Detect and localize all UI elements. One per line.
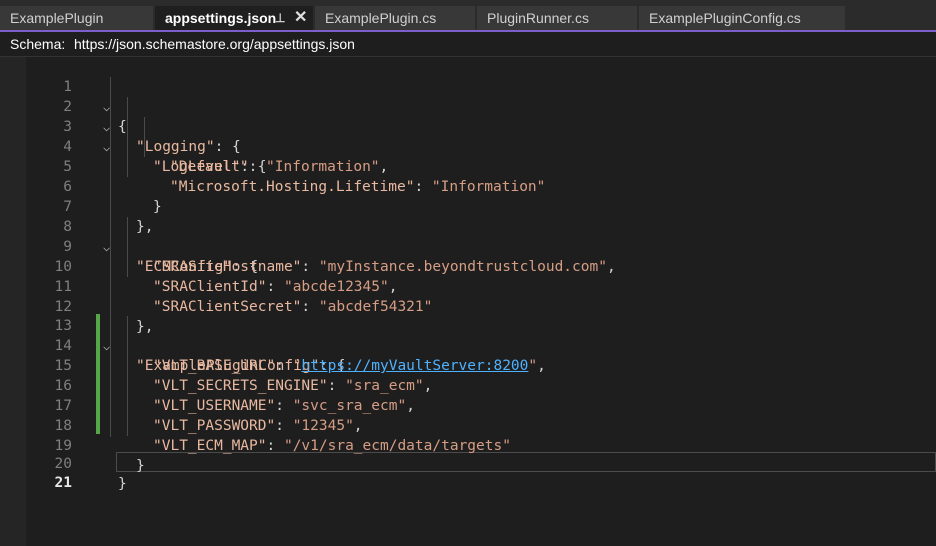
code-line: 5 "Microsoft.Hosting.Lifetime": "Informa… <box>0 137 936 195</box>
code-line: 18 "VLT_ECM_MAP": "/v1/sra_ecm/data/targ… <box>0 396 936 454</box>
schema-bar: Schema: https://json.schemastore.org/app… <box>0 32 936 57</box>
code-line: 9 "SRASiteHostname": "myInstance.beyondt… <box>0 217 936 275</box>
line-number: 21 <box>54 475 72 491</box>
code-line: 8 ⌵ "ECMConfig": { <box>0 197 936 275</box>
pin-icon[interactable]: ⊥ <box>275 6 285 30</box>
tab-label: ExamplePluginConfig.cs <box>649 10 801 26</box>
tab-label: PluginRunner.cs <box>487 10 589 26</box>
code-line: 6 } <box>0 157 936 215</box>
close-icon[interactable]: ✕ <box>294 6 307 30</box>
code-line: 1 ⌵ { <box>0 57 936 135</box>
code-line[interactable]: 21 <box>0 453 936 491</box>
tab-label: ExamplePlugin.cs <box>325 10 437 26</box>
tab-label: appsettings.json <box>165 10 277 26</box>
tab-label: ExamplePlugin <box>10 10 104 26</box>
tab-pluginrunner-cs[interactable]: PluginRunner.cs <box>477 6 637 30</box>
code-line: 11 "SRAClientSecret": "abcdef54321" <box>0 257 936 315</box>
tab-appsettings-json[interactable]: appsettings.json ⊥ ✕ <box>155 6 313 30</box>
code-editor[interactable]: 1 ⌵ { 2 ⌵ "Logging": { 3 ⌵ "LogLevel": {… <box>0 57 936 546</box>
code-line: 7 }, <box>0 177 936 235</box>
code-line: 15 "VLT_SECRETS_ENGINE": "sra_ecm", <box>0 336 936 394</box>
code-line: 10 "SRAClientId": "abcde12345", <box>0 237 936 295</box>
tab-examplepluginconfig-cs[interactable]: ExamplePluginConfig.cs <box>639 6 845 30</box>
code-line: 12 }, <box>0 277 936 335</box>
schema-url[interactable]: https://json.schemastore.org/appsettings… <box>74 32 355 56</box>
code-line: 3 ⌵ "LogLevel": { <box>0 97 936 175</box>
code-line: 4 "Default": "Information", <box>0 117 936 175</box>
tab-exampleplugin[interactable]: ExamplePlugin <box>0 6 153 30</box>
brace: } <box>118 476 127 492</box>
schema-label: Schema: <box>10 36 66 52</box>
code-line: 2 ⌵ "Logging": { <box>0 77 936 155</box>
code-line: 20 } <box>0 434 936 492</box>
code-line: 14 "VLT_BASE_URL": "https://myVaultServe… <box>0 316 936 374</box>
tab-bar: ExamplePlugin appsettings.json ⊥ ✕ Examp… <box>0 0 936 32</box>
code-line: 17 "VLT_PASSWORD": "12345", <box>0 376 936 434</box>
code-line: 16 "VLT_USERNAME": "svc_sra_ecm", <box>0 356 936 414</box>
tab-exampleplugin-cs[interactable]: ExamplePlugin.cs <box>315 6 475 30</box>
code-line: 19 } <box>0 416 936 474</box>
code-line: 13 ⌵ "ExamplePluginConfig": { <box>0 296 936 374</box>
